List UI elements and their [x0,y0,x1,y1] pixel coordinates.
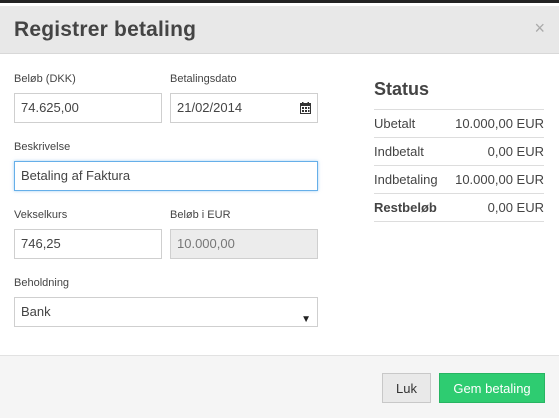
status-row: Indbetalt 0,00 EUR [374,138,544,166]
exchange-rate-label: Vekselkurs [14,209,68,221]
holding-value: Bank [21,304,51,319]
amount-input[interactable]: 74.625,00 [14,93,162,123]
status-table: Ubetalt 10.000,00 EUR Indbetalt 0,00 EUR… [374,109,544,222]
description-input[interactable]: Betaling af Faktura [14,161,318,191]
modal-title: Registrer betaling [14,18,197,41]
status-value: 0,00 EUR [487,200,544,215]
description-label: Beskrivelse [14,141,71,153]
status-value: 0,00 EUR [487,144,544,159]
chevron-down-icon: ▼ [301,314,311,325]
payment-modal: Registrer betaling × Beløb (DKK) 74.625,… [0,0,559,418]
close-icon[interactable]: × [534,19,545,37]
status-key: Indbetaling [374,172,438,187]
modal-footer: Luk Gem betaling [0,355,559,418]
calendar-icon[interactable] [300,102,311,114]
holding-label: Beholdning [14,277,70,289]
modal-header: Registrer betaling × [0,6,559,54]
payment-date-label: Betalingsdato [170,73,237,85]
status-row: Ubetalt 10.000,00 EUR [374,110,544,138]
status-key: Indbetalt [374,144,424,159]
payment-date-value: 21/02/2014 [177,100,243,115]
status-key: Ubetalt [374,116,416,131]
status-value: 10.000,00 EUR [455,172,544,187]
status-row: Indbetaling 10.000,00 EUR [374,166,544,194]
holding-select[interactable]: Bank ▼ [14,297,318,327]
status-key: Restbeløb [374,200,437,215]
save-payment-button[interactable]: Gem betaling [439,373,545,403]
exchange-rate-input[interactable]: 746,25 [14,229,162,259]
status-value: 10.000,00 EUR [455,116,544,131]
status-title: Status [374,79,430,99]
status-row-remaining: Restbeløb 0,00 EUR [374,194,544,222]
amount-eur-input: 10.000,00 [170,229,318,259]
payment-date-input[interactable]: 21/02/2014 [170,93,318,123]
amount-eur-label: Beløb i EUR [170,209,231,221]
close-button[interactable]: Luk [382,373,431,403]
amount-label: Beløb (DKK) [14,73,76,85]
